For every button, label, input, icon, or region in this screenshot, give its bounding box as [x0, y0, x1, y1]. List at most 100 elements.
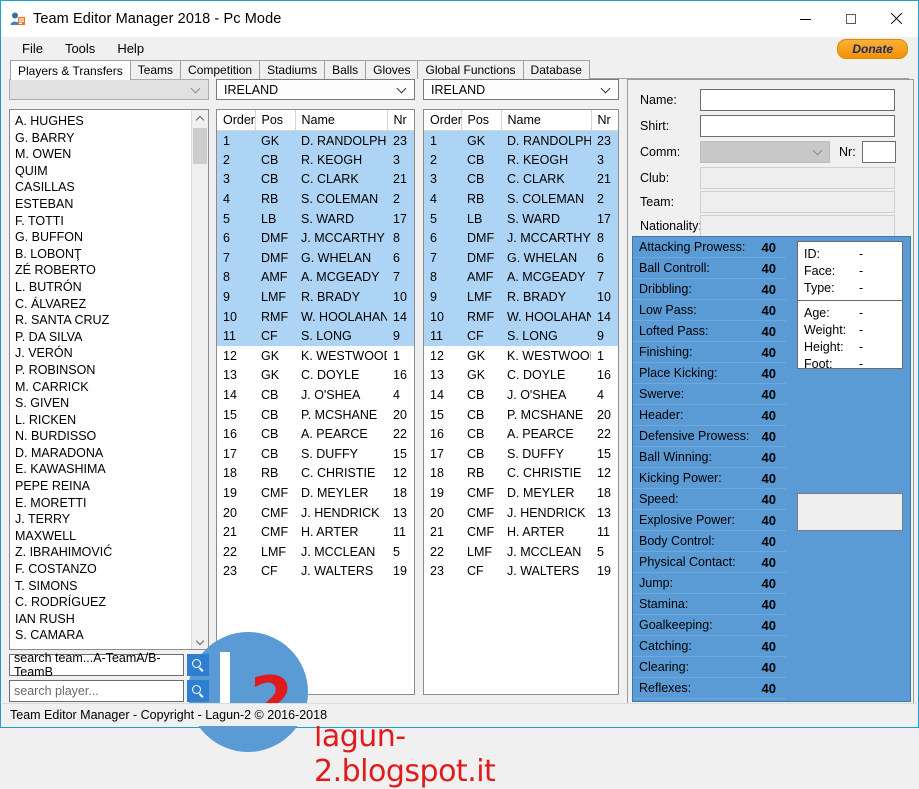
attribute-value[interactable]: 40	[762, 492, 776, 507]
table-row[interactable]: 12 GK K. WESTWOOD 1	[217, 346, 414, 366]
attribute-value[interactable]: 40	[762, 303, 776, 318]
name-input[interactable]	[700, 89, 895, 111]
attribute-value[interactable]: 40	[762, 387, 776, 402]
table-row[interactable]: 7 DMF G. WHELAN 6	[424, 248, 618, 268]
player-list-item[interactable]: G. BUFFON	[15, 229, 208, 246]
table-row[interactable]: 17 CB S. DUFFY 15	[424, 444, 618, 464]
table-row[interactable]: 22 LMF J. MCCLEAN 5	[217, 542, 414, 562]
attribute-value[interactable]: 40	[762, 408, 776, 423]
player-list-item[interactable]: S. GIVEN	[15, 395, 208, 412]
player-list-item[interactable]: A. HUGHES	[15, 113, 208, 130]
player-list-item[interactable]: C. ÁLVAREZ	[15, 296, 208, 313]
search-player-button[interactable]	[187, 680, 209, 702]
player-list-item[interactable]: J. TERRY	[15, 511, 208, 528]
player-list-item[interactable]: MAXWELL	[15, 528, 208, 545]
column-header-order[interactable]: Order	[217, 110, 256, 131]
player-list-item[interactable]: B. LOBONŢ	[15, 246, 208, 263]
table-row[interactable]: 5 LB S. WARD 17	[217, 208, 414, 229]
player-list-item[interactable]: ESTEBAN	[15, 196, 208, 213]
search-player-input[interactable]: search player...	[9, 680, 184, 702]
table-row[interactable]: 1 GK D. RANDOLPH 23	[424, 130, 618, 151]
table-row[interactable]: 15 CB P. MCSHANE 20	[424, 405, 618, 425]
player-list-item[interactable]: IAN RUSH	[15, 611, 208, 628]
menu-item-file[interactable]: File	[11, 38, 54, 59]
squad-grid-right[interactable]: Order Pos Name Nr 1 GK D. RANDOLPH 23 2 CB R. KEO…	[423, 109, 619, 695]
player-list-item[interactable]: R. SANTA CRUZ	[15, 312, 208, 329]
table-row[interactable]: 18 RB C. CHRISTIE 12	[217, 464, 414, 484]
table-row[interactable]: 19 CMF D. MEYLER 18	[424, 483, 618, 503]
player-list-item[interactable]: P. ROBINSON	[15, 362, 208, 379]
squad-grid-left[interactable]: Order Pos Name Nr 1 GK D. RANDOLPH 23 2 CB R. KEO…	[216, 109, 415, 695]
attribute-value[interactable]: 40	[762, 240, 776, 255]
player-list-item[interactable]: F. TOTTI	[15, 213, 208, 230]
player-list-scrollbar[interactable]	[191, 110, 208, 649]
table-row[interactable]: 10 RMF W. HOOLAHAN 14	[217, 306, 414, 327]
scroll-up-button[interactable]	[192, 110, 208, 126]
table-row[interactable]: 19 CMF D. MEYLER 18	[217, 483, 414, 503]
team-combo-middle[interactable]: IRELAND	[216, 79, 415, 100]
player-list-item[interactable]: T. SIMONS	[15, 578, 208, 595]
maximize-button[interactable]	[828, 1, 873, 37]
player-list-item[interactable]: M. CARRICK	[15, 379, 208, 396]
team-filter-combo-left[interactable]	[9, 79, 209, 100]
player-list-item[interactable]: M. OWEN	[15, 146, 208, 163]
table-row[interactable]: 21 CMF H. ARTER 11	[217, 522, 414, 542]
player-list-item[interactable]: J. VERÓN	[15, 345, 208, 362]
column-header-pos[interactable]: Pos	[255, 110, 296, 131]
shirt-input[interactable]	[700, 115, 895, 137]
column-header-name[interactable]: Name	[501, 110, 592, 131]
player-list-item[interactable]: E. MORETTI	[15, 495, 208, 512]
tab-competition[interactable]: Competition	[180, 60, 261, 79]
column-header-nr[interactable]: Nr	[591, 110, 618, 131]
nr-input[interactable]	[861, 141, 896, 163]
tab-stadiums[interactable]: Stadiums	[259, 60, 326, 79]
table-row[interactable]: 5 LB S. WARD 17	[424, 208, 618, 229]
table-row[interactable]: 20 CMF J. HENDRICK 13	[217, 503, 414, 523]
player-list-item[interactable]: PEPE REINA	[15, 478, 208, 495]
column-header-nr[interactable]: Nr	[387, 110, 414, 131]
player-list-item[interactable]: CASILLAS	[15, 179, 208, 196]
player-list-item[interactable]: F. COSTANZO	[15, 561, 208, 578]
menu-item-help[interactable]: Help	[106, 38, 155, 59]
attribute-value[interactable]: 40	[762, 429, 776, 444]
tab-players-transfers[interactable]: Players & Transfers	[10, 60, 131, 80]
search-team-button[interactable]	[187, 654, 209, 676]
attribute-value[interactable]: 40	[762, 450, 776, 465]
table-row[interactable]: 8 AMF A. MCGEADY 7	[217, 267, 414, 288]
table-row[interactable]: 16 CB A. PEARCE 22	[217, 424, 414, 444]
attribute-value[interactable]: 40	[762, 597, 776, 612]
donate-button[interactable]: Donate	[837, 39, 908, 59]
tab-global-functions[interactable]: Global Functions	[417, 60, 524, 79]
attribute-value[interactable]: 40	[762, 366, 776, 381]
attribute-value[interactable]: 40	[762, 555, 776, 570]
table-row[interactable]: 2 CB R. KEOGH 3	[424, 150, 618, 170]
attribute-value[interactable]: 40	[762, 282, 776, 297]
tab-balls[interactable]: Balls	[324, 60, 367, 79]
player-list-item[interactable]: ZÉ ROBERTO	[15, 262, 208, 279]
player-list-item[interactable]: D. MARADONA	[15, 445, 208, 462]
scrollbar-thumb[interactable]	[193, 128, 207, 164]
minimize-button[interactable]	[783, 1, 828, 37]
table-row[interactable]: 13 GK C. DOYLE 16	[424, 366, 618, 386]
attribute-value[interactable]: 40	[762, 618, 776, 633]
table-row[interactable]: 16 CB A. PEARCE 22	[424, 424, 618, 444]
table-row[interactable]: 14 CB J. O'SHEA 4	[424, 385, 618, 405]
attribute-value[interactable]: 40	[762, 324, 776, 339]
attribute-value[interactable]: 40	[762, 513, 776, 528]
table-row[interactable]: 3 CB C. CLARK 21	[217, 169, 414, 190]
attribute-value[interactable]: 40	[762, 471, 776, 486]
attribute-value[interactable]: 40	[762, 534, 776, 549]
attribute-value[interactable]: 40	[762, 576, 776, 591]
attribute-value[interactable]: 40	[762, 660, 776, 675]
table-row[interactable]: 10 RMF W. HOOLAHAN 14	[424, 306, 618, 327]
table-row[interactable]: 2 CB R. KEOGH 3	[217, 150, 414, 170]
team-combo-right[interactable]: IRELAND	[423, 79, 619, 100]
table-row[interactable]: 9 LMF R. BRADY 10	[424, 287, 618, 307]
player-list-item[interactable]: G. BARRY	[15, 130, 208, 147]
column-header-order[interactable]: Order	[424, 110, 462, 131]
column-header-name[interactable]: Name	[295, 110, 388, 131]
attribute-value[interactable]: 40	[762, 345, 776, 360]
attribute-value[interactable]: 40	[762, 261, 776, 276]
table-row[interactable]: 1 GK D. RANDOLPH 23	[217, 130, 414, 151]
search-team-input[interactable]: search team...A-TeamA/B-TeamB	[9, 651, 184, 679]
